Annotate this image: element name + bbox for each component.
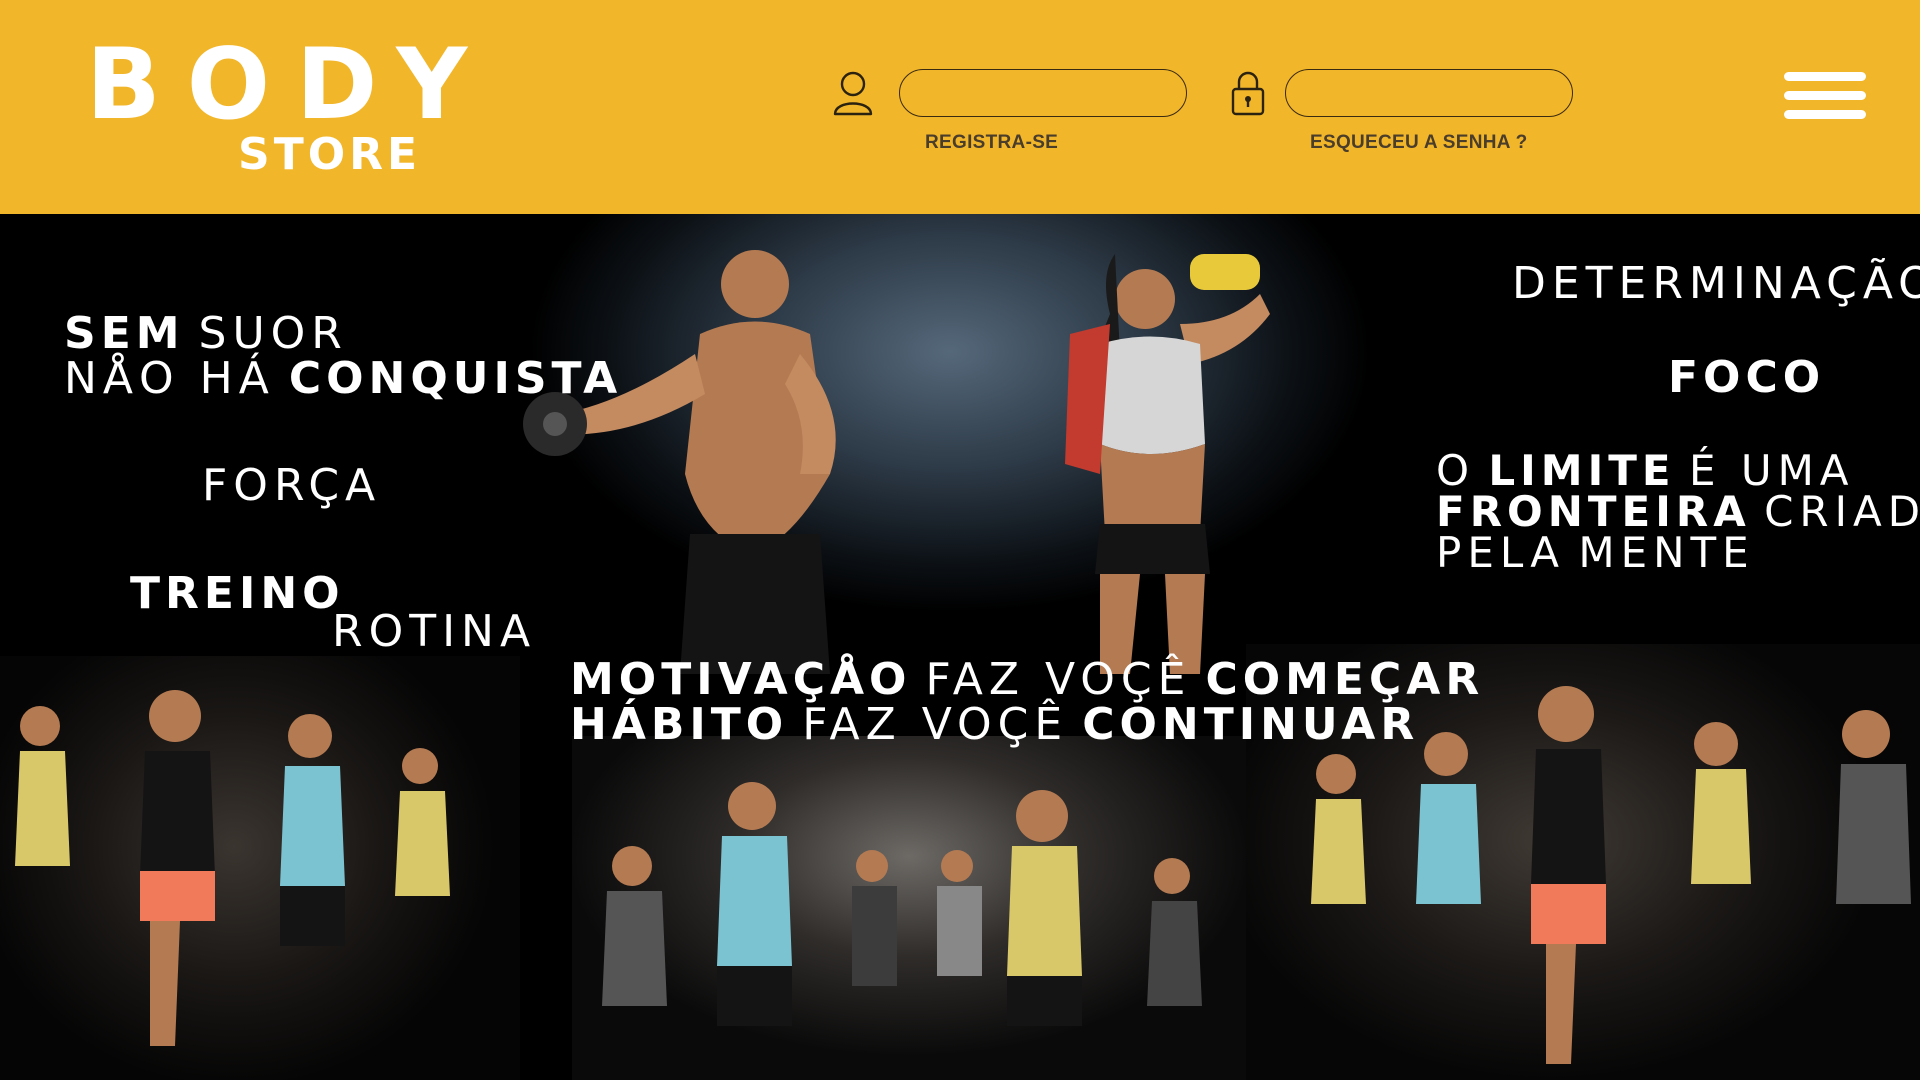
hero-banner: SEM SUOR NÅO HÁ CONQUISTA FORÇA TREINO R… <box>0 214 1920 1080</box>
group-class-illustration-left <box>15 690 450 1046</box>
word-habito: HÁBITO <box>570 699 789 750</box>
photo-class-middle <box>572 736 1246 1080</box>
word-foco: FOCO <box>1668 352 1826 403</box>
word-pela: PELA <box>1436 528 1565 577</box>
word-nao-ha: NÅO HÁ <box>64 353 275 404</box>
word-faz-voce-1: FAZ VOÇÊ <box>925 654 1192 705</box>
lock-icon <box>1231 71 1265 116</box>
word-criada: CRIADA <box>1764 487 1920 536</box>
group-class-illustration-middle <box>602 782 1202 1026</box>
word-forca: FORÇA <box>202 460 382 511</box>
word-sem: SEM <box>64 308 185 359</box>
word-conquista: CONQUISTA <box>288 353 623 404</box>
word-suor: SUOR <box>198 308 348 359</box>
athletes-illustration <box>523 250 1270 674</box>
brand-logo[interactable]: BODY STORE <box>86 30 467 180</box>
slogan-limite-line2: FRONTEIRA CRIADA <box>1436 491 1920 533</box>
word-faz-voce-2: FAZ VOÇÊ <box>802 699 1069 750</box>
hero-photo-athletes <box>500 214 1400 674</box>
forgot-password-link[interactable]: ESQUECEU A SENHA ? <box>1310 132 1528 154</box>
word-treino: TREINO <box>130 568 345 619</box>
slogan-nao-ha-conquista: NÅO HÁ CONQUISTA <box>64 357 622 401</box>
slogan-limite-line3: PELA MENTE <box>1436 532 1755 574</box>
user-icon <box>833 71 873 116</box>
hamburger-menu-icon[interactable] <box>1784 72 1866 124</box>
photo-class-left <box>0 656 520 1080</box>
menu-bar-bottom <box>1784 110 1866 119</box>
word-mente: MENTE <box>1578 528 1755 577</box>
word-comecar: COMEÇAR <box>1205 654 1485 705</box>
logo-store-text: STORE <box>238 129 422 180</box>
word-continuar: CONTINUAR <box>1082 699 1420 750</box>
word-determinacao: DETERMINAÇÃO <box>1512 258 1920 309</box>
slogan-limite-line1: O LIMITE É UMA <box>1436 450 1855 492</box>
register-link[interactable]: REGISTRA-SE <box>925 132 1058 154</box>
logo-body-text: BODY <box>86 28 494 142</box>
password-input[interactable] <box>1285 69 1573 117</box>
slogan-motivacao-line2: HÁBITO FAZ VOÇÊ CONTINUAR <box>570 703 1419 747</box>
menu-bar-top <box>1784 72 1866 81</box>
slogan-motivacao-line1: MOTIVAÇÅO FAZ VOÇÊ COMEÇAR <box>570 658 1484 702</box>
word-rotina: ROTINA <box>332 606 537 657</box>
username-input[interactable] <box>899 69 1187 117</box>
menu-bar-middle <box>1784 91 1866 100</box>
slogan-sem-suor: SEM SUOR <box>64 312 348 356</box>
header-bar: BODY STORE REGISTRA-SE ESQUECEU A SENHA … <box>0 0 1920 214</box>
word-motivacao: MOTIVAÇÅO <box>570 654 912 705</box>
